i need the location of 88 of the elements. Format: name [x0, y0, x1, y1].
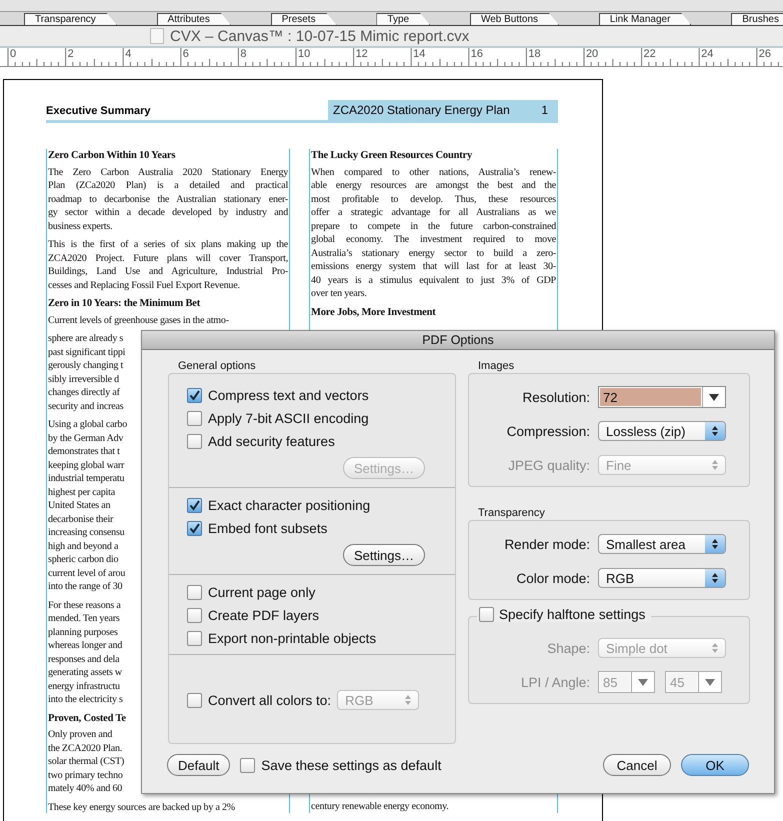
checkbox-option[interactable]: Compress text and vectors [187, 388, 455, 403]
panel-tab[interactable]: Brushes [731, 13, 783, 25]
ruler-label: 12 [354, 48, 369, 60]
page-header-title: Executive Summary [46, 105, 151, 119]
checkbox-option[interactable]: Apply 7-bit ASCII encoding [187, 411, 455, 426]
checkbox[interactable] [187, 411, 202, 426]
ruler-label: 18 [527, 48, 542, 60]
body-paragraph: century renewable energy economy. [311, 800, 450, 813]
checkbox[interactable] [187, 388, 202, 403]
stepper-icon [711, 459, 719, 471]
body-paragraph: The Zero Carbon Australia 2020 Stationary Energy Plan (ZCa2020 Plan) is a detailed and practical roadmap to decarbonise the Australian stationary ener- gy sector within a decade developed by industry and business experts. [48, 166, 288, 233]
ruler-label: 22 [642, 48, 657, 60]
section-heading: Zero Carbon Within 10 Years [48, 149, 176, 162]
body-paragraph: Current levels of greenhouse gases in the atmo- [48, 314, 230, 327]
ruler-label: 8 [239, 48, 248, 60]
ruler-label: 0 [9, 48, 18, 60]
field-label: Resolution: [521, 390, 590, 404]
dropdown-arrow-icon [638, 678, 648, 686]
field-label: Color mode: [515, 570, 590, 586]
ruler-label: 4 [124, 48, 132, 60]
stepper-icon [711, 538, 719, 550]
field-label: Shape: [546, 640, 590, 656]
checkbox-option[interactable]: Exact character positioning [187, 498, 455, 513]
checkbox[interactable] [187, 585, 202, 600]
dropdown[interactable]: Smallest area [598, 534, 726, 554]
dropdown-arrow-icon [709, 394, 719, 400]
body-paragraph: Using a global carbo by the German Adv demonstrates that t keeping global warr industrial temperatu highest per capita United States an decarbonise their increasing consensu high and beyond a spheric carbon dio current level of arou into the range of 30 [48, 418, 128, 594]
checkbox[interactable] [187, 521, 202, 536]
stepper-icon [404, 694, 412, 706]
panel-tab[interactable]: Transparency [24, 13, 117, 25]
dialog-button[interactable]: OK [681, 754, 749, 776]
dialog-button[interactable]: Cancel [603, 754, 671, 776]
window-title: CVX – Canvas™ : 10-07-15 Mimic report.cvx [170, 28, 470, 44]
checkbox[interactable] [187, 631, 202, 646]
checkbox[interactable] [187, 608, 202, 623]
default-button[interactable]: Default [167, 754, 230, 776]
settings-button[interactable]: Settings… [343, 544, 425, 566]
checkbox[interactable] [479, 607, 494, 622]
checkbox-option[interactable]: Add security features [187, 434, 455, 449]
section-heading: Zero in 10 Years: the Minimum Bet [48, 297, 202, 310]
group-label: Transparency [478, 507, 546, 519]
panel-tab[interactable]: Web Buttons [470, 13, 560, 25]
dropdown[interactable]: RGB [598, 568, 726, 588]
ruler-label: 16 [470, 48, 484, 60]
checkbox-option[interactable]: Current page only [187, 585, 455, 600]
group-label: Images [478, 360, 516, 372]
field-label: LPI / Angle: [520, 674, 590, 690]
section-heading: Proven, Costed Te [48, 712, 127, 725]
ruler-label: 6 [182, 48, 190, 60]
checkbox-option[interactable]: Save these settings as default [240, 758, 442, 772]
ruler-label: 2 [66, 48, 75, 60]
field-label: JPEG quality: [507, 458, 590, 472]
group-label: General options [178, 360, 257, 372]
section-heading: More Jobs, More Investment [311, 306, 437, 319]
checkbox-option[interactable]: Specify halftone settings [477, 607, 652, 622]
page-number: 1 [541, 103, 548, 117]
checkbox-option[interactable]: Create PDF layers [187, 608, 455, 623]
ruler-label: 26 [758, 48, 772, 60]
body-paragraph: For these reasons a mended. Ten years planning purposes whereas longer and responses and dela generating assets w energy infrastructu into the electricity s [48, 598, 123, 706]
panel-tab[interactable]: Type [376, 13, 430, 25]
ruler-label: 20 [584, 48, 600, 60]
checkbox-option[interactable]: Embed font subsets [187, 521, 455, 536]
checkbox-option[interactable]: Export non-printable objects [187, 631, 455, 646]
field-label: Compression: [506, 424, 590, 438]
dialog-title: PDF Options [142, 331, 774, 350]
combo-box[interactable]: 72 [598, 386, 726, 408]
body-paragraph: sphere are already s past significant tippi gerously changing t sibly irreversible d changes directly af security and increas [48, 332, 126, 413]
panel-tab[interactable]: Presets [270, 13, 337, 25]
section-heading: The Lucky Green Resources Country [311, 149, 474, 162]
body-paragraph: When compared to other nations, Australia’s renew- able energy resources are amongst the best and the most profitable to develop. Thus, these resources offer a strategic advantage for all Australians as we prepare to compete in the future carbon-constrained global economy. The investment required to move Australia’s stationary energy sector to build a zero- emissions energy system that will last for at least 30- 40 years is a stimulus equivalent to just 3% of GDP over ten years. [311, 166, 556, 300]
panel-tab[interactable]: Attributes [156, 13, 231, 25]
ruler-label: 14 [412, 48, 426, 60]
dropdown-arrow-icon [705, 678, 715, 686]
ruler-label: 10 [296, 48, 312, 60]
checkbox[interactable] [187, 434, 202, 449]
running-head: ZCA2020 Stationary Energy Plan [333, 103, 510, 117]
checkbox[interactable] [240, 758, 256, 772]
body-paragraph: This is the first of a series of six plans making up the ZCA2020 Project. Future plans will cover Transport, Buildings, Land Use and Agriculture, Industrial Pro- cesses and Replacing Fossil Fuel Export Revenue. [48, 238, 288, 292]
body-paragraph: Only proven and the ZCA2020 Plan. solar thermal (CST) two primary techno mately 40% and 60 [48, 728, 124, 796]
body-paragraph: These key energy sources are backed up by a 2% [48, 800, 236, 814]
ruler-label: 24 [700, 48, 714, 60]
stepper-icon [711, 642, 719, 654]
stepper-icon [711, 572, 719, 584]
dropdown[interactable]: Lossless (zip) [598, 421, 726, 441]
field-label: Render mode: [503, 536, 590, 552]
stepper-icon [711, 425, 719, 437]
panel-tab[interactable]: Link Manager [598, 13, 692, 25]
checkbox[interactable] [187, 498, 202, 513]
